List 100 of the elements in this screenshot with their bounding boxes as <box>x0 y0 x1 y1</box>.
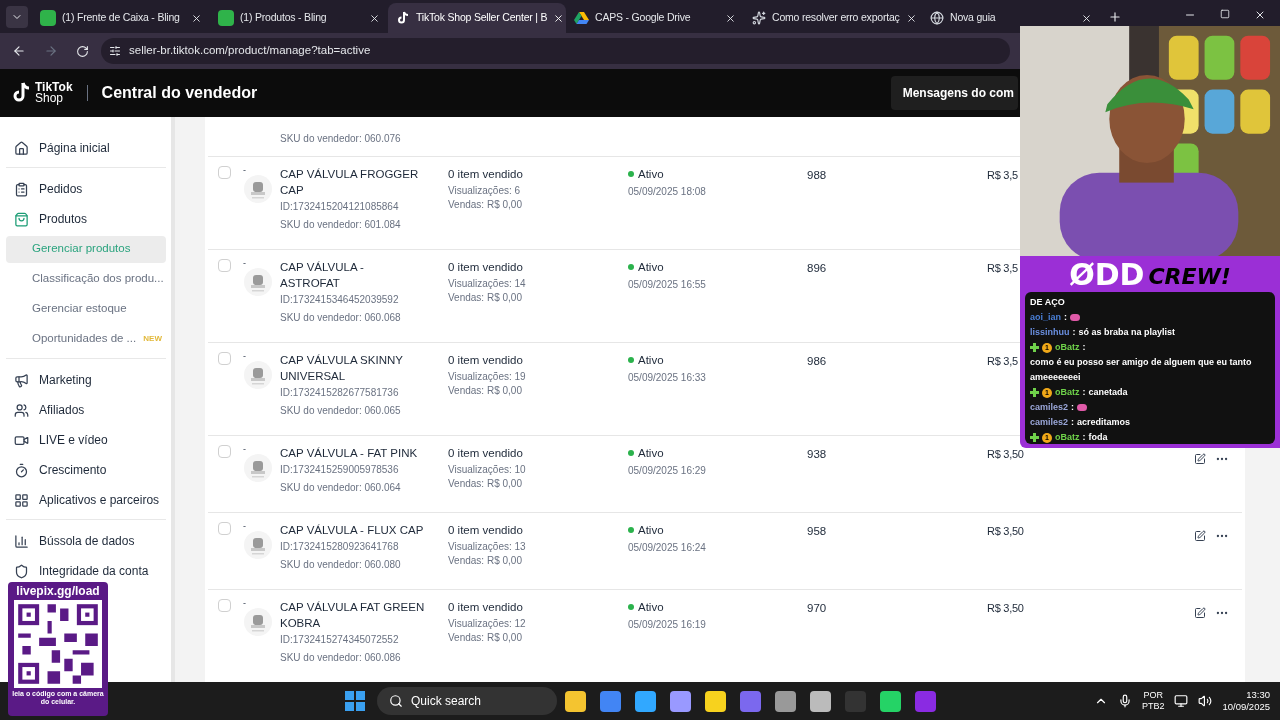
sales-amount: Vendas: R$ 0,00 <box>448 554 523 568</box>
created-date: 05/09/2025 16:24 <box>628 541 707 555</box>
seller-sku: SKU do vendedor: 060.080 <box>280 558 402 572</box>
sidebar-item[interactable]: Pedidos <box>6 174 166 204</box>
browser-tab[interactable]: TikTok Shop Seller Center | B <box>388 3 566 33</box>
row-checkbox[interactable] <box>218 445 231 458</box>
edit-button[interactable] <box>1192 451 1208 467</box>
reload-icon[interactable] <box>76 44 89 58</box>
sidebar-item[interactable]: Página inicial <box>6 133 166 163</box>
chat-line: DE AÇO <box>1030 296 1066 309</box>
price: R$ 3,50 <box>987 602 1024 614</box>
sidebar-item[interactable]: LIVE e vídeo <box>6 425 166 455</box>
seller-sku: SKU do vendedor: 060.086 <box>280 651 402 665</box>
row-checkbox[interactable] <box>218 599 231 612</box>
product-id: ID:1732415204121085864 <box>280 200 400 214</box>
sidebar-subitem[interactable]: Gerenciar estoque <box>6 295 166 323</box>
seller-sku: SKU do vendedor: 060.076 <box>280 133 401 144</box>
browser-tab[interactable]: Como resolver erro exportaç <box>744 3 922 33</box>
sidebar-item[interactable]: Afiliados <box>6 395 166 425</box>
chat-username: aoi_ian <box>1030 311 1061 324</box>
browser-tab[interactable]: Nova guia <box>922 3 1100 33</box>
note-icon[interactable] <box>705 690 726 712</box>
close-icon[interactable] <box>553 12 565 24</box>
language-indicator[interactable]: POR PTB2 <box>1141 690 1165 712</box>
browser-tab[interactable]: CAPS - Google Drive <box>566 3 744 33</box>
qr-title: livepix.gg/load <box>16 583 100 599</box>
chat-separator: : <box>1071 416 1075 429</box>
product-name[interactable]: CAP VÁLVULA - ASTROFAT <box>280 259 426 291</box>
edit-icon <box>1194 607 1206 619</box>
sidebar-subitem[interactable]: Oportunidades de ... NEW <box>6 325 166 353</box>
close-icon[interactable] <box>1081 12 1092 24</box>
views-count: Visualizações: 12 <box>448 617 527 631</box>
forward-icon[interactable] <box>44 44 58 58</box>
row-checkbox[interactable] <box>218 166 231 179</box>
sidebar-item[interactable]: Aplicativos e parceiros <box>6 485 166 515</box>
app-icon <box>218 10 234 26</box>
logo-text: TikTok <box>35 82 73 93</box>
app-icon[interactable] <box>810 690 831 712</box>
monitor-icon[interactable] <box>1174 694 1189 708</box>
app-icon[interactable] <box>670 690 691 712</box>
browser-icon[interactable] <box>600 690 621 712</box>
row-checkbox[interactable] <box>218 352 231 365</box>
close-icon[interactable] <box>905 12 917 24</box>
folder-icon[interactable] <box>565 690 586 712</box>
sidebar-item[interactable]: Marketing <box>6 365 166 395</box>
chat-username: camiles2 <box>1030 416 1069 429</box>
logo-text: ØDD <box>1069 258 1145 292</box>
row-checkbox[interactable] <box>218 522 231 535</box>
browser-tab[interactable]: (1) Frente de Caixa - Bling <box>32 3 210 33</box>
search-field[interactable]: Quick search <box>377 687 557 715</box>
volume-icon[interactable] <box>1198 694 1213 708</box>
chart-icon <box>14 533 29 549</box>
browser-tab[interactable]: (1) Produtos - Bling <box>210 3 388 33</box>
maximize-icon[interactable] <box>1220 9 1230 19</box>
plus-badge-icon <box>1030 343 1039 352</box>
tab-list-button[interactable] <box>6 6 28 28</box>
row-checkbox[interactable] <box>218 259 231 272</box>
edit-button[interactable] <box>1192 528 1208 544</box>
sidebar-item[interactable]: Integridade da conta <box>6 556 166 586</box>
microphone-icon[interactable] <box>1117 694 1132 708</box>
close-icon[interactable] <box>725 12 736 24</box>
messages-button[interactable]: Mensagens do com <box>890 76 1018 110</box>
product-name[interactable]: CAP VÁLVULA SKINNY UNIVERSAL <box>280 352 426 384</box>
product-name[interactable]: CAP VÁLVULA FROGGER CAP <box>280 166 426 198</box>
price: R$ 3,50 <box>987 448 1024 460</box>
product-name[interactable]: CAP VÁLVULA - FAT PINK <box>280 445 426 461</box>
seller-sku: SKU do vendedor: 060.065 <box>280 404 402 418</box>
windows-icon[interactable] <box>345 691 365 711</box>
new-tab-icon[interactable] <box>1108 10 1122 24</box>
chat-icon[interactable] <box>880 690 901 712</box>
close-icon[interactable] <box>369 12 380 24</box>
edit-button[interactable] <box>1192 605 1208 621</box>
new-label: NEW <box>143 333 162 345</box>
close-icon[interactable] <box>1254 9 1266 21</box>
items-sold: 0 item vendido <box>448 446 524 461</box>
sidebar-subitem[interactable]: Classificação dos produ... <box>6 265 166 293</box>
product-name[interactable]: CAP VÁLVULA - FLUX CAP <box>280 522 426 538</box>
chat-separator: : <box>1072 326 1076 339</box>
close-icon[interactable] <box>191 12 202 24</box>
app-icon[interactable] <box>635 690 656 712</box>
sidebar-item[interactable]: Bússola de dados <box>6 526 166 556</box>
chat-separator: : <box>1071 401 1075 414</box>
note-icon <box>396 11 410 25</box>
stock-count: 988 <box>807 169 827 181</box>
variant-mark: - <box>243 599 247 607</box>
price: R$ 3,5 <box>987 355 1018 367</box>
gear-icon[interactable] <box>775 690 796 712</box>
status-label: Ativo <box>638 600 664 615</box>
items-sold: 0 item vendido <box>448 167 524 182</box>
product-name[interactable]: CAP VÁLVULA FAT GREEN KOBRA <box>280 599 426 631</box>
edit-icon <box>1194 453 1206 465</box>
items-sold: 0 item vendido <box>448 600 524 615</box>
created-date: 05/09/2025 18:08 <box>628 185 707 199</box>
plus-badge-icon <box>1030 388 1039 397</box>
sidebar-item[interactable]: Produtos <box>6 204 166 234</box>
sidebar-item[interactable]: Crescimento <box>6 455 166 485</box>
url-field[interactable]: seller-br.tiktok.com/product/manage?tab=active <box>101 38 1010 64</box>
clock[interactable]: 13:30 10/09/2025 <box>1222 689 1270 713</box>
back-icon[interactable] <box>12 44 26 58</box>
browser-icon[interactable] <box>915 690 936 712</box>
